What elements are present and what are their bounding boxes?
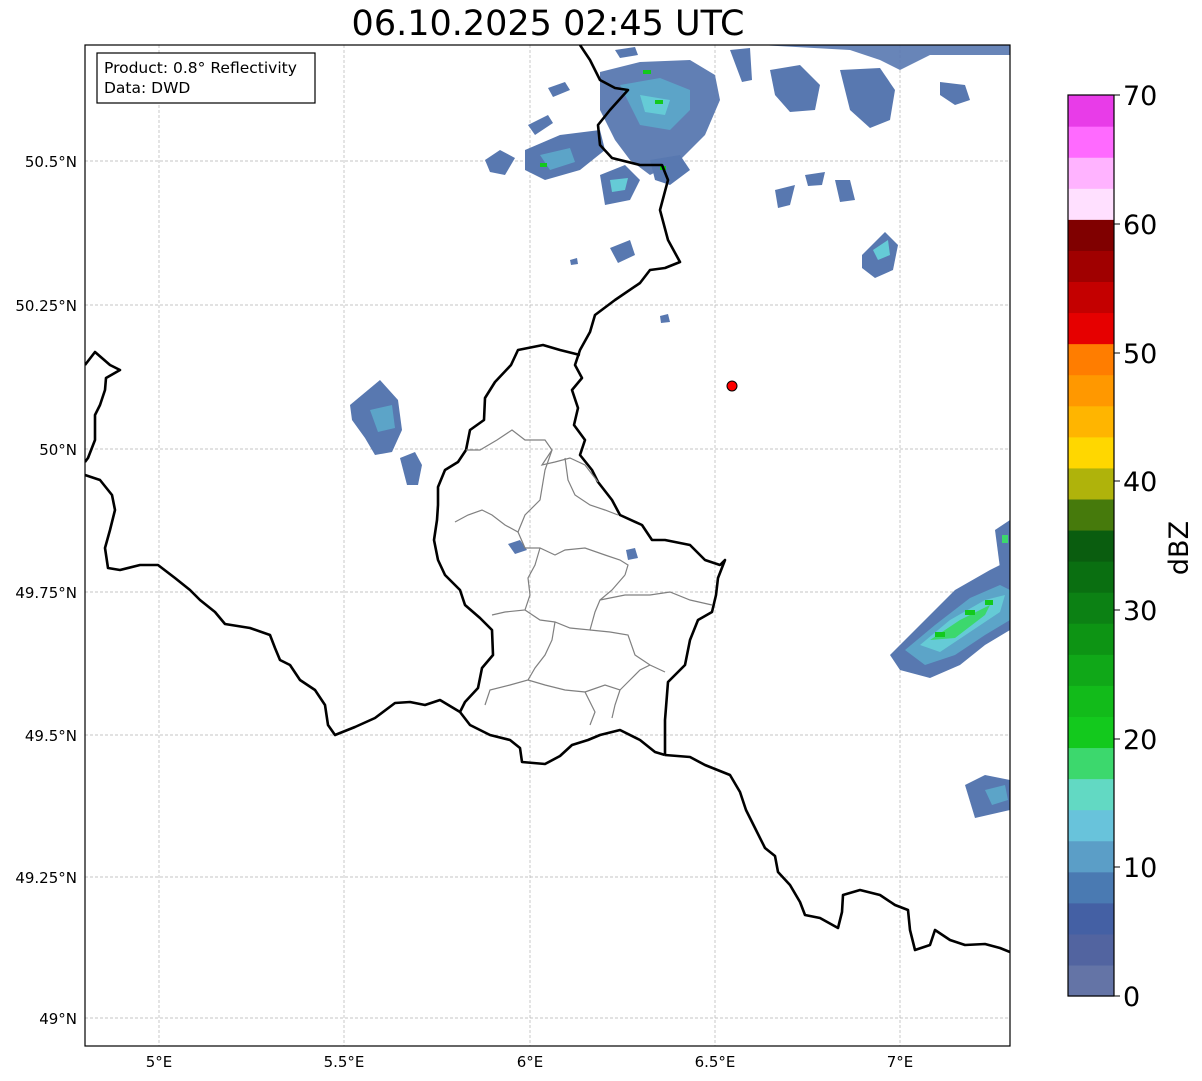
colorbar-ticks: 0 10 20 30 40 50 60 70 bbox=[1114, 81, 1157, 1013]
lon-tick: 5°E bbox=[146, 1053, 173, 1071]
colorbar-segment bbox=[1068, 467, 1114, 500]
colorbar-tick-label: 30 bbox=[1123, 596, 1157, 627]
lon-tick: 7°E bbox=[887, 1053, 914, 1071]
lon-tick: 5.5°E bbox=[324, 1053, 365, 1071]
colorbar-segment bbox=[1068, 871, 1114, 904]
lat-tick: 50.25°N bbox=[15, 297, 77, 315]
colorbar-segment bbox=[1068, 405, 1114, 438]
colorbar-tick-label: 60 bbox=[1123, 210, 1157, 241]
colorbar-segment bbox=[1068, 436, 1114, 469]
colorbar-segment bbox=[1068, 219, 1114, 251]
lat-tick: 50.5°N bbox=[25, 153, 77, 171]
colorbar-tick-label: 70 bbox=[1123, 81, 1157, 112]
colorbar-segment bbox=[1068, 498, 1114, 531]
colorbar-segment bbox=[1068, 685, 1114, 717]
colorbar-segment bbox=[1068, 623, 1114, 655]
colorbar-tick-label: 50 bbox=[1123, 339, 1157, 370]
colorbar-segment bbox=[1068, 374, 1114, 407]
colorbar-segment bbox=[1068, 716, 1114, 749]
colorbar-segment bbox=[1068, 902, 1114, 935]
lat-tick: 49°N bbox=[39, 1010, 77, 1028]
colorbar-segment bbox=[1068, 95, 1114, 127]
colorbar-segment bbox=[1068, 281, 1114, 314]
colorbar-segment bbox=[1068, 933, 1114, 966]
colorbar-segment bbox=[1068, 840, 1114, 873]
map-area bbox=[85, 45, 1010, 1046]
colorbar-segment bbox=[1068, 529, 1114, 562]
lat-tick: 49.75°N bbox=[15, 584, 77, 602]
colorbar-segment bbox=[1068, 126, 1114, 158]
colorbar-segment bbox=[1068, 312, 1114, 345]
colorbar-tick-label: 40 bbox=[1123, 467, 1157, 498]
colorbar-segment bbox=[1068, 188, 1114, 220]
lon-axis: 5°E 5.5°E 6°E 6.5°E 7°E bbox=[146, 1053, 914, 1071]
colorbar-segment bbox=[1068, 654, 1114, 686]
colorbar-segment bbox=[1068, 809, 1114, 842]
lat-axis: 50.5°N 50.25°N 50°N 49.75°N 49.5°N 49.25… bbox=[15, 153, 77, 1028]
colorbar-segment bbox=[1068, 747, 1114, 780]
lat-tick: 49.5°N bbox=[25, 727, 77, 745]
info-product: Product: 0.8° Reflectivity bbox=[104, 59, 297, 77]
info-box: Product: 0.8° Reflectivity Data: DWD bbox=[96, 52, 316, 104]
colorbar-segment bbox=[1068, 592, 1114, 624]
colorbar-segment bbox=[1068, 778, 1114, 811]
colorbar-segment bbox=[1068, 157, 1114, 189]
lat-tick: 50°N bbox=[39, 441, 77, 459]
lon-tick: 6.5°E bbox=[695, 1053, 736, 1071]
colorbar-tick-label: 10 bbox=[1123, 853, 1157, 884]
colorbar bbox=[1068, 95, 1114, 997]
info-data-source: Data: DWD bbox=[104, 79, 190, 97]
colorbar-segment bbox=[1068, 343, 1114, 376]
radar-map-figure: Product: 0.8° Reflectivity Data: DWD 5°E… bbox=[15, 44, 1195, 1071]
colorbar-tick-label: 20 bbox=[1123, 725, 1157, 756]
colorbar-segment bbox=[1068, 250, 1114, 283]
lat-tick: 49.25°N bbox=[15, 869, 77, 887]
colorbar-segment bbox=[1068, 964, 1114, 997]
radar-site-marker bbox=[726, 380, 738, 392]
colorbar-tick-label: 0 bbox=[1123, 982, 1140, 1013]
lon-tick: 6°E bbox=[517, 1053, 544, 1071]
colorbar-label: dBZ bbox=[1164, 521, 1195, 575]
colorbar-segment bbox=[1068, 561, 1114, 593]
